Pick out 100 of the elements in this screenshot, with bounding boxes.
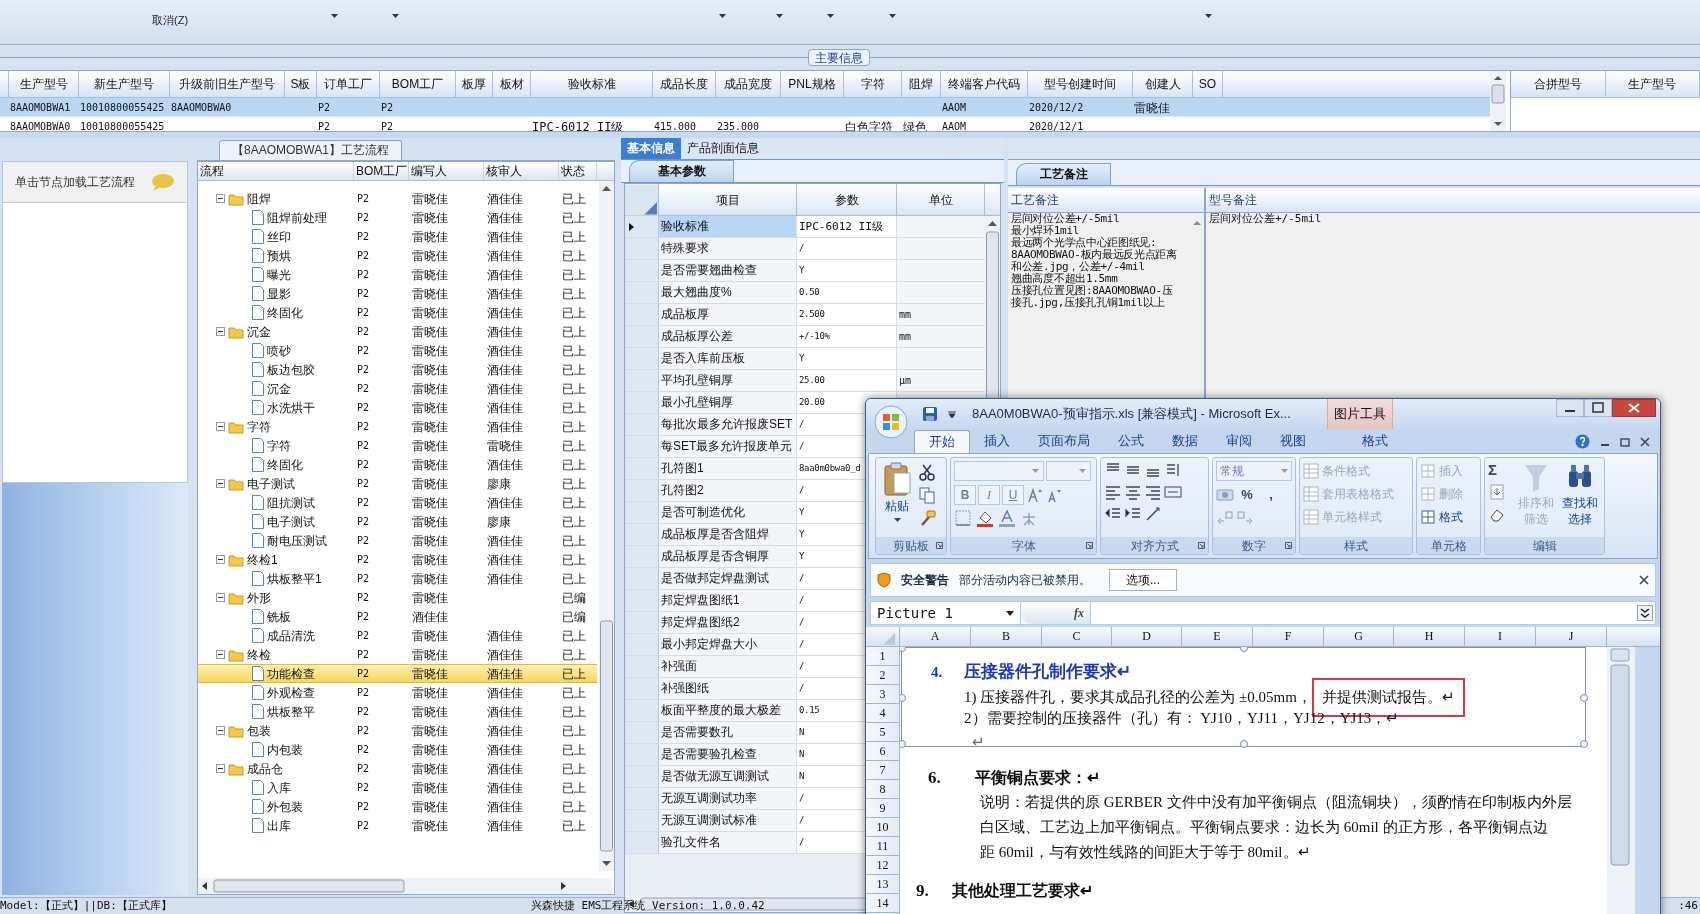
customize-toolbar-icon[interactable] (948, 410, 956, 418)
tree-row[interactable]: 外观检查 P2 雷晓佳 酒佳佳 已上 (198, 683, 597, 702)
horizontal-scrollbar[interactable] (198, 878, 612, 894)
tree-node-label[interactable]: 烘板整平 (267, 702, 315, 721)
table-cell[interactable]: 邦定焊盘图纸2 (659, 612, 797, 633)
table-cell[interactable]: 板面平整度的最大极差 (659, 700, 797, 721)
table-cell[interactable]: 是否入库前压板 (659, 348, 797, 369)
tree-row[interactable]: 曝光 P2 雷晓佳 酒佳佳 已上 (198, 265, 597, 284)
table-row[interactable]: 8AAOMOBWA1 10010800055425 8AAOMOBWA0 P2 P2 AAOM 2020/12/2 雷晓佳 (0, 98, 1490, 117)
row-header[interactable]: 11 (866, 837, 899, 856)
row-header[interactable] (625, 216, 659, 237)
column-header[interactable]: 创建人 (1133, 71, 1193, 97)
format-button[interactable]: , (1260, 485, 1282, 505)
grow-font-icon[interactable] (1026, 486, 1044, 504)
column-header[interactable]: 编写人 (409, 162, 484, 180)
tree-row[interactable]: 烘板整平1 P2 雷晓佳 酒佳佳 已上 (198, 569, 597, 588)
font-color-icon[interactable] (998, 509, 1016, 527)
row-header[interactable]: 13 (866, 875, 899, 894)
tree-node-label[interactable]: 板边包胶 (267, 360, 315, 379)
dropdown-arrow-icon[interactable] (331, 14, 338, 18)
tree-row[interactable]: 耐电压测试 P2 雷晓佳 酒佳佳 已上 (198, 531, 597, 550)
dialog-launcher-icon[interactable] (1086, 542, 1093, 549)
row-header[interactable]: 4 (866, 704, 899, 723)
ribbon-tab[interactable]: 格式 (1348, 430, 1402, 453)
column-header[interactable]: 型号备注 (1206, 188, 1700, 212)
tree-node-label[interactable]: 沉金 (247, 322, 271, 341)
tree-row[interactable]: 电子测试 P2 雷晓佳 廖康 已上 (198, 512, 597, 531)
table-cell[interactable]: 成品板厚是否含阻焊 (659, 524, 797, 545)
tree-row[interactable]: 内包装 P2 雷晓佳 酒佳佳 已上 (198, 740, 597, 759)
collapse-icon[interactable] (216, 593, 225, 602)
align-center-icon[interactable] (1124, 483, 1142, 501)
collapse-icon[interactable] (216, 650, 225, 659)
scissors-icon[interactable] (918, 463, 936, 481)
tree-node-label[interactable]: 预烘 (267, 246, 291, 265)
format-painter-icon[interactable] (918, 509, 936, 527)
table-cell[interactable]: 最小孔壁铜厚 (659, 392, 797, 413)
panel-tab[interactable]: 【8AAOMOBWA1】工艺流程 (219, 140, 402, 160)
table-cell[interactable]: 孔符图1 (659, 458, 797, 479)
row-header[interactable]: 14 (866, 894, 899, 913)
tree-row[interactable]: 终检 P2 雷晓佳 酒佳佳 已上 (198, 645, 597, 664)
tree-node-label[interactable]: 水洗烘干 (267, 398, 315, 417)
column-header[interactable]: 参数 (797, 184, 897, 215)
close-icon[interactable] (1612, 399, 1656, 417)
tree-node-label[interactable]: 终固化 (267, 455, 303, 474)
row-header[interactable]: 10 (866, 818, 899, 837)
collapse-icon[interactable] (216, 555, 225, 564)
tree-row[interactable]: 字符 P2 雷晓佳 酒佳佳 已上 (198, 417, 597, 436)
font-name-field[interactable] (954, 461, 1044, 481)
tree-node-label[interactable]: 铣板 (267, 607, 291, 626)
tree-row[interactable]: 电子测试 P2 雷晓佳 廖康 已上 (198, 474, 597, 493)
dropdown-arrow-icon[interactable] (776, 14, 783, 18)
tree-row[interactable]: 水洗烘干 P2 雷晓佳 酒佳佳 已上 (198, 398, 597, 417)
tree-node-label[interactable]: 终检1 (247, 550, 278, 569)
panel-tab[interactable]: 产品剖面信息 (681, 138, 765, 159)
tree-node-label[interactable]: 终检 (247, 645, 271, 664)
table-cell[interactable]: 是否需要数孔 (659, 722, 797, 743)
tree-node-label[interactable]: 成品清洗 (267, 626, 315, 645)
panel-tab[interactable]: 基本参数 (629, 160, 734, 182)
row-header[interactable]: 1 (866, 647, 899, 666)
table-cell[interactable]: 成品板厚是否含铜厚 (659, 546, 797, 567)
table-cell[interactable]: 是否可制造优化 (659, 502, 797, 523)
dropdown-arrow-icon[interactable] (827, 14, 834, 18)
table-cell[interactable]: 是否做邦定焊盘测试 (659, 568, 797, 589)
table-cell[interactable]: 每批次最多允许报废SET (659, 414, 797, 435)
tree-node-label[interactable]: 阻抗测试 (267, 493, 315, 512)
table-cell[interactable]: 成品板厚公差 (659, 326, 797, 347)
column-header[interactable]: 合拼型号 (1511, 71, 1606, 97)
tree-row[interactable]: 外形 P2 雷晓佳 已编 (198, 588, 597, 607)
column-header[interactable]: 项目 (659, 184, 797, 215)
tree-row[interactable]: 预烘 P2 雷晓佳 酒佳佳 已上 (198, 246, 597, 265)
vertical-scrollbar[interactable] (599, 181, 614, 871)
column-header[interactable]: 订单工厂 (317, 71, 380, 97)
row-header[interactable]: 6 (866, 742, 899, 761)
close-icon[interactable] (1640, 436, 1650, 447)
dropdown-arrow-icon[interactable] (1205, 14, 1212, 18)
format-button[interactable]: I (978, 485, 1000, 505)
collapse-icon[interactable] (216, 764, 225, 773)
tree-node-label[interactable]: 成品仓 (247, 759, 283, 778)
tree-node-label[interactable]: 喷砂 (267, 341, 291, 360)
office-button-icon[interactable] (874, 405, 908, 439)
tree-row[interactable]: 丝印 P2 雷晓佳 酒佳佳 已上 (198, 227, 597, 246)
column-header[interactable]: J (1536, 627, 1607, 646)
dialog-launcher-icon[interactable] (936, 542, 943, 549)
dropdown-arrow-icon[interactable] (719, 14, 726, 18)
tree-row[interactable]: 成品清洗 P2 雷晓佳 酒佳佳 已上 (198, 626, 597, 645)
selection-frame[interactable] (901, 647, 1586, 747)
vertical-scrollbar[interactable] (1490, 71, 1506, 131)
collapse-icon[interactable] (216, 726, 225, 735)
table-cell[interactable]: 特殊要求 (659, 238, 797, 259)
tree-row[interactable]: 阻焊前处理 P2 雷晓佳 酒佳佳 已上 (198, 208, 597, 227)
table-cell[interactable]: 无源互调测试功率 (659, 788, 797, 809)
tree-row[interactable]: 外包装 P2 雷晓佳 酒佳佳 已上 (198, 797, 597, 816)
column-header[interactable]: 生产型号 (9, 71, 79, 97)
tree-row[interactable]: 终固化 P2 雷晓佳 酒佳佳 已上 (198, 303, 597, 322)
restore-icon[interactable] (1620, 436, 1630, 447)
column-header[interactable]: D (1112, 627, 1182, 646)
border-icon[interactable] (954, 509, 972, 527)
column-header[interactable]: G (1324, 627, 1394, 646)
close-icon[interactable] (1639, 575, 1649, 585)
currency-icon[interactable] (1216, 486, 1234, 504)
